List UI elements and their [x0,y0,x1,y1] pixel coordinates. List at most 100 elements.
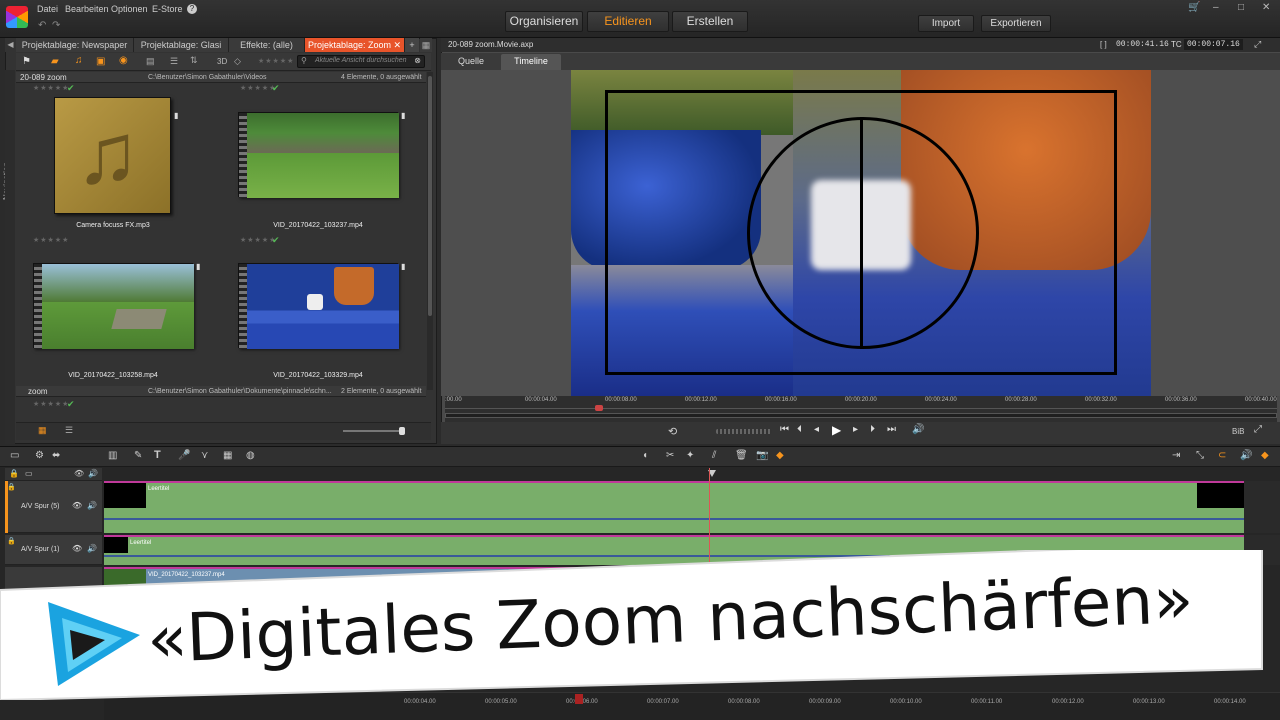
track-header[interactable]: A/V Spur (5) 👁 🔊 🔒 [5,481,102,533]
audio-mixer-icon[interactable]: ▥ [108,450,117,461]
close-icon[interactable]: ✕ [1262,2,1270,13]
music-icon[interactable]: ♫ [75,55,83,66]
split-line[interactable] [860,117,863,349]
razor-icon[interactable]: ✂ [666,450,674,461]
magnet-icon[interactable]: ⊂ [1218,450,1226,461]
panel-menu-icon[interactable]: ▦ [420,38,432,52]
prev-frame-icon[interactable]: ⏴ [797,424,802,435]
gear-icon[interactable]: ⚙ [35,450,44,461]
import-button[interactable]: Import [918,15,974,32]
zoom-slider-thumb[interactable] [399,427,405,435]
camera-icon[interactable]: 📷 [756,450,768,461]
tab-effekte[interactable]: Effekte: (alle) [229,38,305,52]
library-item-video[interactable] [238,112,399,198]
title-tool-icon[interactable]: T [154,449,161,461]
export-button[interactable]: Exportieren [981,15,1051,32]
close-tab-icon[interactable]: ✕ [394,40,402,50]
volume-icon[interactable]: 🔊 [912,424,924,435]
globe-icon[interactable]: ◍ [246,450,255,461]
loop-icon[interactable]: ⟲ [668,425,677,438]
add-tab-button[interactable]: + [405,38,419,52]
marker-icon[interactable]: ◖ [642,450,648,461]
rewind-icon[interactable]: ◂ [814,424,819,435]
rating-stars[interactable]: ★★★★★ [33,236,69,244]
lock-icon[interactable]: 🔒 [7,483,16,491]
library-item-audio[interactable]: ♫ [54,97,171,214]
navigation-sidebar[interactable] [5,70,15,444]
search-box[interactable]: ⚲ Aktuelle Ansicht durchsuchen ⊗ [297,55,425,68]
tab-scroll-left-icon[interactable]: ◀ [5,38,16,52]
forward-icon[interactable]: ▸ [853,424,858,435]
go-start-icon[interactable]: ⏮ [780,424,789,435]
grid-tool-icon[interactable]: ▦ [223,450,232,461]
pip-button[interactable]: BiB [1232,427,1244,436]
eye-icon[interactable]: 👁 [72,501,82,510]
cart-icon[interactable]: 🛒 [1188,2,1200,13]
microphone-icon[interactable]: 🎤 [178,450,190,461]
tab-quelle[interactable]: Quelle [447,54,495,70]
tag-icon[interactable]: ◇ [234,56,241,67]
library-item-video[interactable] [238,263,399,349]
lock-icon[interactable]: 🔒 [7,537,16,545]
library-scrollbar[interactable] [427,72,433,390]
tab-projektablage-glasi[interactable]: Projektablage: Glasi [134,38,229,52]
play-icon[interactable]: ▶ [832,423,841,437]
group-header-20-089-zoom[interactable]: 20-089 zoom C:\Benutzer\Simon Gabathuler… [16,72,426,83]
list-view-icon[interactable]: ☰ [65,425,73,436]
sort-icon[interactable]: ⇅ [190,55,198,66]
help-icon[interactable]: ? [187,4,197,14]
pen-icon[interactable]: ✎ [134,450,142,461]
menu-estore[interactable]: E-Store [152,4,183,14]
disc-icon[interactable]: ◉ [119,55,128,66]
player-ruler[interactable]: :00.00 00:00:04.00 00:00:08.00 00:00:12.00 0… [445,396,1277,422]
shuttle-control[interactable] [716,429,772,434]
audio-scrub-icon[interactable]: 🔊 [1240,450,1252,461]
split-icon[interactable]: ⋎ [201,450,208,461]
folder-icon[interactable]: ▰ [51,56,59,67]
fullscreen-toggle-icon[interactable]: ⤢ [1254,424,1262,435]
library-item-video[interactable] [33,263,194,349]
insert-mode-icon[interactable]: ⇥ [1172,450,1180,461]
tab-timeline[interactable]: Timeline [501,54,561,70]
rating-stars[interactable]: ★★★★★ [240,236,276,244]
speaker-icon[interactable]: 🔊 [87,501,97,510]
rating-stars[interactable]: ★★★★★ [240,84,276,92]
lock-icon[interactable]: 🔒 [9,469,19,478]
filter-icon[interactable]: ⚑ [22,56,31,67]
undo-icon[interactable]: ↶ [38,20,46,31]
go-end-icon[interactable]: ⏭ [887,424,896,435]
rating-filter[interactable]: ★★★★★ [258,57,294,65]
redo-icon[interactable]: ↷ [52,20,60,31]
timeline-ruler[interactable] [104,468,1280,481]
edit-mode-icon[interactable]: ⬌ [52,450,60,461]
eye-icon[interactable]: 👁 [74,469,84,478]
menu-optionen[interactable]: Optionen [111,4,148,14]
menu-datei[interactable]: Datei [37,4,58,14]
scrub-bar[interactable] [445,413,1277,418]
menu-bearbeiten[interactable]: Bearbeiten [65,4,109,14]
timecode-field[interactable]: 00:00:07.16 [1184,39,1243,50]
grid-view-icon[interactable]: ▦ [38,425,47,436]
zoom-slider[interactable] [343,427,405,435]
add-marker-icon[interactable]: ◆ [1261,450,1269,461]
next-frame-icon[interactable]: ⏵ [870,424,875,435]
magic-icon[interactable]: ✦ [686,450,694,461]
clear-search-icon[interactable]: ⊗ [414,56,421,65]
timeline-settings-icon[interactable]: ▭ [10,450,19,461]
scroll-thumb[interactable] [428,76,432,316]
tab-projektablage-zoom[interactable]: Projektablage: Zoom ✕ [305,38,405,52]
grid-icon[interactable]: ▤ [146,56,155,67]
minimize-icon[interactable]: – [1213,2,1219,13]
rating-stars[interactable]: ★★★★★ [33,84,69,92]
tab-organisieren[interactable]: Organisieren [505,11,583,32]
color-marker-icon[interactable]: ◆ [776,450,784,461]
playhead[interactable] [594,405,603,411]
fullscreen-icon[interactable]: ⤢ [1254,39,1261,50]
tab-erstellen[interactable]: Erstellen [672,11,748,32]
timeline-clip[interactable]: Leertitel [104,481,1244,533]
trash-icon[interactable]: 🗑 [735,450,748,461]
tab-projektablage-newspaper[interactable]: Projektablage: Newspaper [16,38,134,52]
list-view-icon[interactable]: ☰ [170,56,178,67]
view-3d-toggle[interactable]: 3D [217,57,227,66]
monitor-icon[interactable]: ▭ [25,469,33,478]
